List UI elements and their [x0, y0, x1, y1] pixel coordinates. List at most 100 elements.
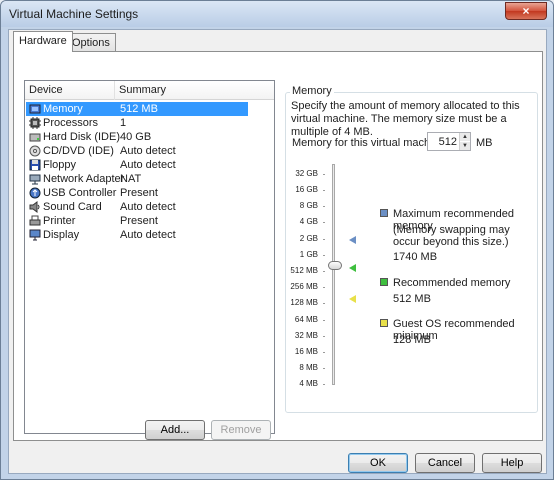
device-list[interactable]: Device Summary Memory 512 MB Processors …	[24, 80, 275, 434]
max-recommended-swatch	[380, 209, 388, 217]
device-summary: 512 MB	[120, 103, 158, 115]
device-row-processors[interactable]: Processors 1	[26, 116, 248, 130]
scale-label: 16 GB	[295, 185, 318, 194]
scale-label: 64 MB	[294, 315, 318, 324]
cancel-button[interactable]: Cancel	[415, 453, 475, 473]
device-row-sound-card[interactable]: Sound Card Auto detect	[26, 200, 248, 214]
scale-tick	[323, 255, 325, 256]
guest-minimum-marker	[349, 295, 356, 303]
close-button[interactable]: ×	[505, 2, 547, 20]
processor-icon	[29, 117, 41, 129]
device-list-header: Device Summary	[25, 81, 274, 100]
scale-tick	[323, 368, 325, 369]
memory-spinbox[interactable]: 512 ▲ ▼	[427, 132, 471, 151]
device-name: Network Adapter	[43, 173, 125, 185]
scale-label: 4 GB	[299, 217, 318, 226]
remove-button[interactable]: Remove	[211, 420, 271, 440]
device-name: Printer	[43, 215, 76, 227]
recommended-marker	[349, 264, 356, 272]
device-name: Display	[43, 229, 80, 241]
max-recommended-marker	[349, 236, 356, 244]
device-row-cd-dvd[interactable]: CD/DVD (IDE) Auto detect	[26, 144, 248, 158]
max-recommended-note: (Memory swapping may occur beyond this s…	[393, 224, 510, 248]
device-name: Memory	[43, 103, 83, 115]
device-summary: 1	[120, 117, 127, 129]
scale-label: 2 GB	[299, 234, 318, 243]
scale-tick	[323, 336, 325, 337]
device-name: USB Controller	[43, 187, 117, 199]
scale-tick	[323, 384, 325, 385]
device-row-display[interactable]: Display Auto detect	[26, 228, 248, 242]
device-name: Sound Card	[43, 201, 102, 213]
device-summary: Auto detect	[120, 201, 176, 213]
help-button[interactable]: Help	[482, 453, 542, 473]
scale-tick	[323, 320, 325, 321]
scale-label: 512 MB	[290, 266, 318, 275]
device-row-hard-disk[interactable]: Hard Disk (IDE) 40 GB	[26, 130, 248, 144]
virtual-machine-settings-window: Virtual Machine Settings × Hardware Opti…	[0, 0, 554, 480]
memory-slider-track[interactable]	[332, 164, 335, 385]
spin-up-button[interactable]: ▲	[460, 133, 470, 141]
memory-slider-thumb[interactable]	[328, 261, 342, 270]
sound-card-icon	[29, 201, 40, 213]
scale-label: 32 GB	[295, 169, 318, 178]
device-summary: Auto detect	[120, 159, 176, 171]
cd-dvd-icon	[29, 145, 41, 157]
scale-tick	[323, 174, 325, 175]
scale-label: 8 GB	[299, 201, 318, 210]
tab-hardware[interactable]: Hardware	[13, 31, 73, 52]
recommended-swatch	[380, 278, 388, 286]
ok-button[interactable]: OK	[348, 453, 408, 473]
device-summary: Present	[120, 187, 158, 199]
scale-label: 128 MB	[290, 298, 318, 307]
memory-group-title: Memory	[290, 85, 334, 97]
device-name: Hard Disk (IDE)	[43, 131, 121, 143]
summary-column-header[interactable]: Summary	[119, 84, 166, 96]
window-title: Virtual Machine Settings	[9, 7, 139, 21]
spin-down-button[interactable]: ▼	[460, 142, 470, 150]
guest-minimum-value: 128 MB	[393, 334, 431, 346]
add-button[interactable]: Add...	[145, 420, 205, 440]
memory-unit: MB	[476, 137, 493, 149]
scale-label: 32 MB	[294, 331, 318, 340]
device-summary: Present	[120, 215, 158, 227]
device-name: Processors	[43, 117, 99, 129]
tab-options[interactable]: Options	[66, 33, 116, 52]
device-row-memory[interactable]: Memory 512 MB	[26, 102, 248, 116]
device-summary: 40 GB	[120, 131, 152, 143]
scale-tick	[323, 303, 325, 304]
memory-description: Specify the amount of memory allocated t…	[291, 100, 520, 138]
scale-tick	[323, 206, 325, 207]
memory-field-label: Memory for this virtual machine:	[292, 137, 448, 149]
device-column-header[interactable]: Device	[29, 84, 63, 96]
device-row-network-adapter[interactable]: Network Adapter NAT	[26, 172, 248, 186]
scale-tick	[323, 190, 325, 191]
device-summary: Auto detect	[120, 145, 176, 157]
usb-icon	[29, 187, 41, 199]
printer-icon	[29, 215, 41, 226]
spin-buttons: ▲ ▼	[459, 133, 470, 150]
hard-disk-icon	[29, 133, 41, 142]
scale-label: 16 MB	[294, 347, 318, 356]
scale-label: 1 GB	[299, 250, 318, 259]
scale-tick	[323, 271, 325, 272]
title-bar[interactable]: Virtual Machine Settings ×	[1, 1, 553, 27]
guest-minimum-swatch	[380, 319, 388, 327]
scale-label: 256 MB	[290, 282, 318, 291]
display-icon	[29, 229, 41, 241]
hardware-panel: Device Summary Memory 512 MB Processors …	[13, 51, 543, 441]
device-row-floppy[interactable]: Floppy Auto detect	[26, 158, 248, 172]
device-row-usb-controller[interactable]: USB Controller Present	[26, 186, 248, 200]
scale-label: 4 MB	[299, 379, 318, 388]
network-adapter-icon	[29, 174, 41, 185]
device-name: CD/DVD (IDE)	[43, 145, 114, 157]
recommended-value: 512 MB	[393, 293, 431, 305]
scale-label: 8 MB	[299, 363, 318, 372]
device-row-printer[interactable]: Printer Present	[26, 214, 248, 228]
scale-tick	[323, 287, 325, 288]
column-separator[interactable]	[114, 81, 115, 100]
scale-tick	[323, 239, 325, 240]
memory-input[interactable]: 512	[439, 136, 457, 148]
device-summary: Auto detect	[120, 229, 176, 241]
memory-icon	[29, 104, 41, 114]
